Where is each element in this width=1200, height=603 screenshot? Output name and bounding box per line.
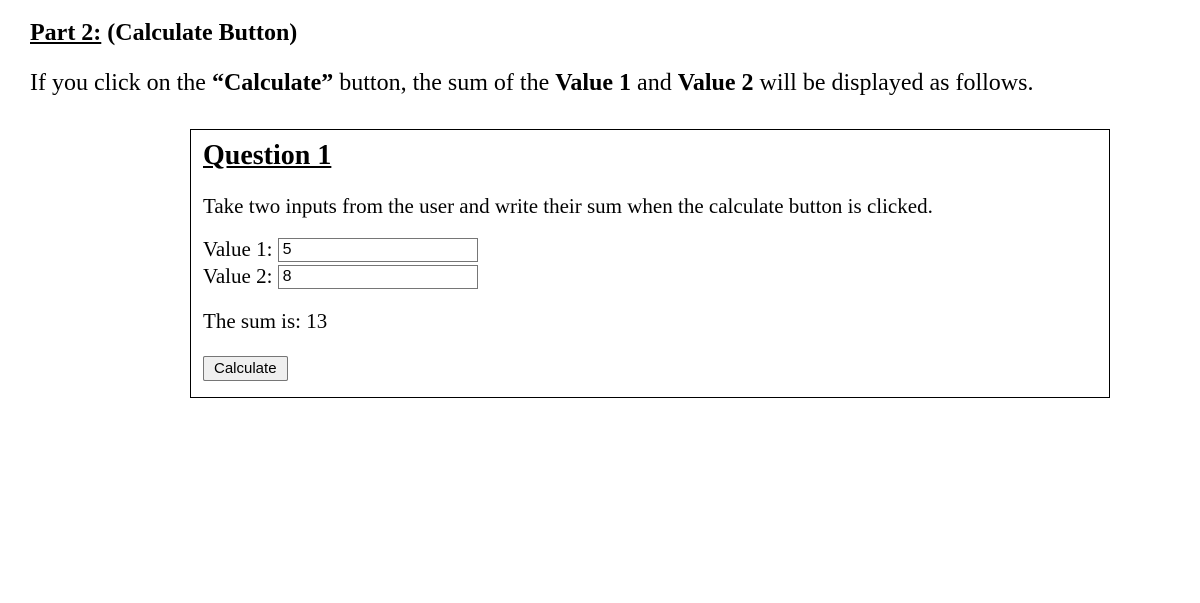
value1-label: Value 1: <box>203 237 278 262</box>
value2-input[interactable] <box>278 265 478 289</box>
example-box: Question 1 Take two inputs from the user… <box>190 129 1110 398</box>
value1-row: Value 1: <box>203 237 1097 262</box>
question-instruction: Take two inputs from the user and write … <box>203 194 1097 219</box>
section-description: If you click on the “Calculate” button, … <box>30 65 1170 101</box>
value1-input[interactable] <box>278 238 478 262</box>
section-heading: Part 2: (Calculate Button) <box>30 20 1170 47</box>
value2-row: Value 2: <box>203 264 1097 289</box>
calculate-button[interactable]: Calculate <box>203 356 288 381</box>
question-title: Question 1 <box>203 140 1097 172</box>
section-heading-part: Part 2: <box>30 20 101 46</box>
result-text: The sum is: 13 <box>203 309 1097 334</box>
value2-label: Value 2: <box>203 264 278 289</box>
section-heading-rest: (Calculate Button) <box>101 20 297 46</box>
